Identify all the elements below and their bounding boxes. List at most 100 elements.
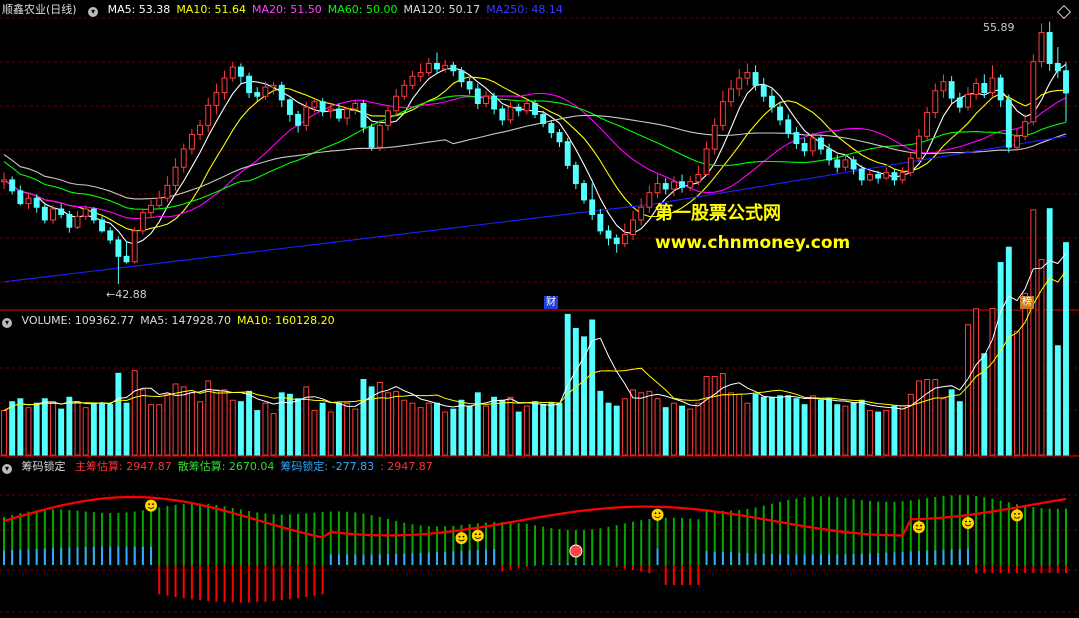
smiley-eye (658, 512, 661, 515)
candle-body (752, 72, 759, 86)
volume-bar (548, 402, 555, 456)
chip-panel-header: ▾ 筹码锁定 主筹估算: 2947.87 散筹估算: 2670.04 筹码锁定: -… (0, 458, 445, 476)
candle-body (540, 113, 547, 125)
chip-indicator-0: 主筹估算: 2947.87 (75, 460, 172, 473)
candle-body (254, 92, 261, 97)
candle-body (703, 148, 710, 175)
volume-bar (327, 411, 334, 456)
candle-body (564, 141, 571, 166)
smiley-face (1010, 509, 1023, 522)
volume-bar (924, 379, 931, 456)
event-tag-cai[interactable]: 财 (544, 296, 558, 309)
volume-bar (499, 399, 506, 456)
candle-body (401, 84, 408, 97)
candle-body (875, 173, 882, 179)
candle-body (670, 181, 677, 190)
candle-body (736, 77, 743, 90)
volume-bar (270, 413, 277, 456)
candle-body (597, 213, 604, 232)
candle-body (973, 82, 980, 95)
candle-body (148, 204, 154, 214)
candle-body (270, 84, 277, 88)
volume-bar (891, 405, 898, 456)
smiley-eye (458, 535, 461, 538)
volume-bar (532, 401, 538, 456)
stock-chart-window: 顺鑫农业(日线) ▾ MA5: 53.38 MA10: 51.64 MA20: 51… (0, 0, 1079, 615)
candle-body (286, 99, 293, 115)
candle-body (687, 181, 694, 188)
smiley-icon (145, 499, 158, 512)
volume-bar (605, 402, 612, 456)
volume-bar (450, 408, 457, 456)
candle-body (793, 132, 800, 145)
candle-body (499, 108, 506, 121)
volume-bar (442, 411, 449, 456)
volume-bar (1046, 208, 1053, 456)
volume-bar (997, 262, 1004, 456)
candle-body (850, 159, 857, 170)
collapse-arrow-icon[interactable]: ▾ (2, 464, 12, 474)
candle-body (466, 81, 473, 90)
volume-bar (866, 410, 873, 456)
volume-bar (385, 392, 391, 456)
candle-body (41, 206, 48, 221)
candle-body (335, 108, 342, 119)
smiley-face (651, 508, 664, 521)
candle-body (327, 108, 334, 112)
candle-body (532, 103, 538, 115)
volume-bar (572, 327, 579, 456)
volume-bar (1030, 209, 1037, 456)
candle-body (654, 183, 661, 194)
candle-body (229, 66, 236, 79)
volume-bar (793, 398, 800, 456)
volume-bar (507, 396, 514, 456)
chip-indicator-3: : 2947.87 (380, 460, 433, 473)
candle-body (25, 197, 32, 205)
candle-body (246, 75, 253, 94)
stock-name: 顺鑫农业(日线) (2, 3, 77, 16)
candle-body (883, 172, 890, 179)
candle-body (434, 62, 440, 70)
volume-bar (417, 407, 424, 456)
smiley-eye (152, 503, 154, 506)
candle-body (311, 101, 318, 108)
volume-bar (115, 372, 122, 456)
candle-body (1054, 62, 1061, 72)
volume-bar (9, 401, 16, 456)
chart-canvas[interactable] (0, 0, 1079, 615)
volume-bar (826, 398, 833, 456)
candle-body (352, 103, 359, 110)
volume-bar (99, 402, 105, 456)
candle-body (213, 92, 220, 106)
candle-body (1063, 70, 1069, 94)
volume-bar (662, 407, 669, 456)
collapse-arrow-icon[interactable]: ▾ (2, 318, 12, 328)
candle-body (188, 133, 195, 150)
candle-body (711, 124, 718, 150)
candle-body (809, 137, 816, 152)
event-tag-bang[interactable]: 榜 (1020, 296, 1034, 309)
smiley-icon (471, 529, 484, 542)
volume-bar (74, 401, 81, 456)
volume-bar (638, 392, 645, 456)
smiley-eye (1014, 512, 1016, 515)
volume-bar (491, 396, 498, 456)
volume-bar (148, 404, 154, 456)
volume-bar (286, 393, 293, 456)
candle-body (646, 192, 653, 208)
volume-bar (956, 401, 963, 456)
volume-bar (221, 389, 228, 456)
candle-body (679, 181, 685, 188)
candle-body (409, 75, 416, 86)
collapse-arrow-icon[interactable]: ▾ (88, 7, 99, 17)
smiley-face (471, 529, 484, 542)
smiley-icon (651, 508, 664, 521)
candle-body (1, 179, 7, 183)
candle-body (932, 90, 939, 114)
candle-body (74, 215, 81, 228)
candle-body (107, 230, 114, 241)
candle-body (948, 81, 955, 99)
candle-body (768, 95, 775, 108)
candle-body (507, 106, 514, 121)
candle-body (719, 101, 726, 126)
